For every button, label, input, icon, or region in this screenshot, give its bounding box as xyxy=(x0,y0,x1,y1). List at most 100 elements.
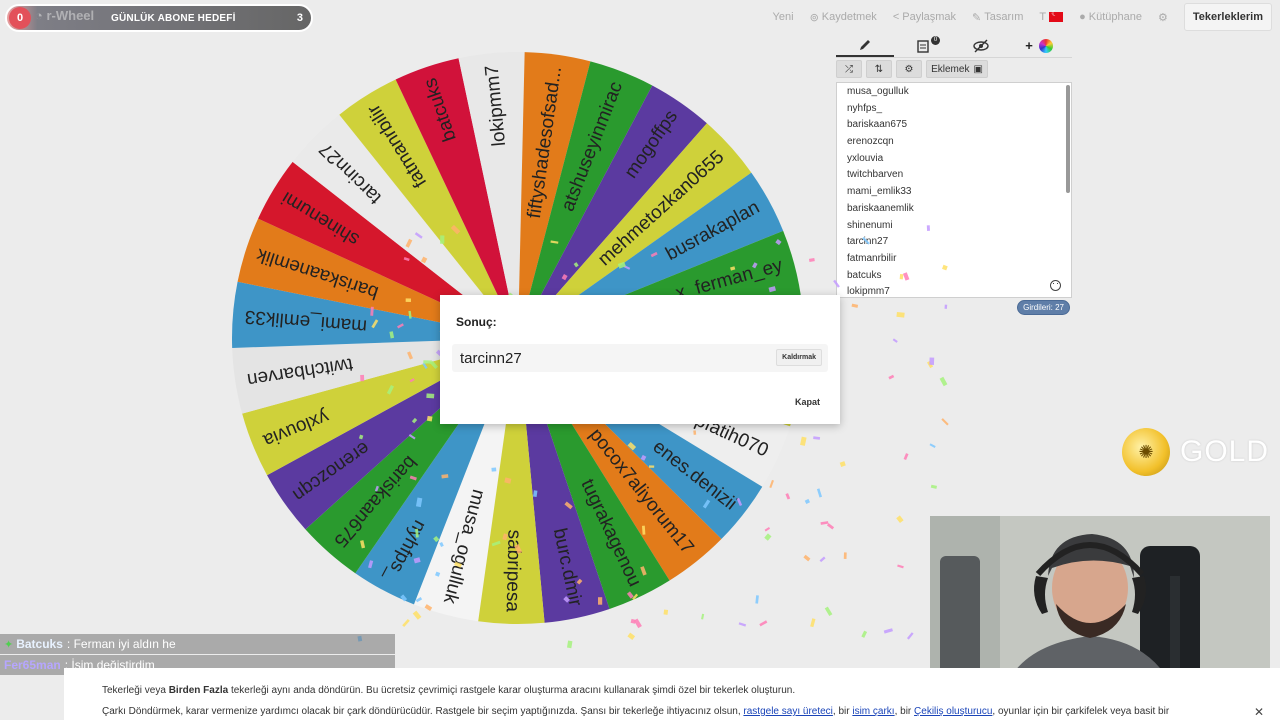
turkey-flag-icon xyxy=(1049,9,1064,22)
remove-button[interactable]: Kaldırmak xyxy=(776,349,822,366)
pencil-icon xyxy=(860,39,870,50)
nav-library-label: Kütüphane xyxy=(1088,11,1142,23)
result-field: tarcinn27 Kaldırmak xyxy=(452,344,828,372)
results-count-badge: 0 xyxy=(931,35,940,45)
add-image-button[interactable]: Eklemek ▣ xyxy=(926,60,988,78)
add-image-label: Eklemek xyxy=(931,63,970,75)
result-dialog: Sonuç: tarcinn27 Kaldırmak Kapat xyxy=(440,295,840,424)
grid-icon: ⚙ xyxy=(1158,11,1168,24)
confetti-piece xyxy=(851,303,859,308)
nav-save[interactable]: ⊚ Kaydetmek xyxy=(810,11,877,24)
confetti-piece xyxy=(803,554,811,562)
confetti-piece xyxy=(826,523,835,530)
close-button[interactable]: Kapat xyxy=(788,392,826,412)
entry-item[interactable]: lokipmm7 xyxy=(847,284,1071,297)
sort-icon: ⇅ xyxy=(874,63,884,75)
sort-button[interactable]: ⇅ xyxy=(866,60,892,78)
nav-save-label: Kaydetmek xyxy=(821,11,877,23)
description-line-2: Çarkı Döndürmek, karar vermenize yardımc… xyxy=(102,701,1280,720)
entry-item[interactable]: twitchbarven xyxy=(847,167,1071,184)
confetti-piece xyxy=(941,418,949,426)
nav-library[interactable]: ● Kütüphane xyxy=(1079,11,1142,23)
nav-new[interactable]: Yeni xyxy=(773,11,794,23)
my-wheels-button[interactable]: Tekerleklerim xyxy=(1183,3,1272,31)
advanced-button[interactable]: ⚙ xyxy=(896,60,922,78)
confetti-piece xyxy=(839,461,846,467)
tab-edit[interactable] xyxy=(836,35,894,57)
tab-results[interactable]: 0 xyxy=(894,35,952,57)
plus-icon: + xyxy=(1025,38,1033,53)
confetti-piece xyxy=(930,484,937,489)
globe-icon: ● xyxy=(1079,11,1086,23)
emoji-icon[interactable] xyxy=(1050,280,1061,291)
entries-scrollbar[interactable] xyxy=(1066,85,1070,193)
confetti-piece xyxy=(627,632,636,641)
name-wheel-link[interactable]: isim çarkı xyxy=(852,706,894,717)
confetti-piece xyxy=(906,632,914,640)
nav-share-label: Paylaşmak xyxy=(902,11,957,23)
desc-text: , bir xyxy=(832,706,853,717)
entry-item[interactable]: shinenumi xyxy=(847,218,1071,235)
confetti-piece xyxy=(896,515,904,524)
entry-item[interactable]: erenozcqn xyxy=(847,134,1071,151)
entry-item[interactable]: bariskaan675 xyxy=(847,117,1071,134)
confetti-piece xyxy=(897,564,904,569)
translate-icon: T xyxy=(1039,11,1047,23)
tab-hidden[interactable] xyxy=(952,35,1010,57)
confetti-piece xyxy=(819,556,826,563)
confetti-piece xyxy=(888,374,895,380)
giveaway-link[interactable]: Çekiliş oluşturucu xyxy=(914,706,992,717)
panel-tabs: 0 + xyxy=(836,34,1072,58)
entry-item[interactable]: batcuks xyxy=(847,268,1071,285)
random-number-link[interactable]: rastgele sayı üreteci xyxy=(743,706,833,717)
goal-count: 3 xyxy=(296,12,303,24)
confetti-piece xyxy=(892,338,898,343)
entries-textarea[interactable]: musa_ogulluk nyhfps_ bariskaan675 erenozcqn… xyxy=(836,82,1072,298)
entry-item[interactable]: bariskaanemlik xyxy=(847,201,1071,218)
share-icon: < xyxy=(892,11,900,23)
shuffle-icon: ⤮ xyxy=(845,63,853,75)
confetti-piece xyxy=(939,376,948,387)
nav-design[interactable]: ✎ Tasarım xyxy=(972,11,1023,24)
tab-add-wheel[interactable]: + xyxy=(1010,35,1068,57)
confetti-piece xyxy=(929,443,936,448)
confetti-piece xyxy=(861,630,868,638)
nav-design-label: Tasarım xyxy=(984,11,1024,23)
confetti-piece xyxy=(883,628,893,634)
nav-language[interactable]: T xyxy=(1039,9,1064,23)
gold-badge-overlay: ✺ GOLD xyxy=(1122,428,1269,476)
wheel-segment-label: sabripesa xyxy=(502,529,525,612)
chat-username: Fer65man xyxy=(4,658,61,672)
entry-item[interactable]: nyhfps_ xyxy=(847,101,1071,118)
confetti-piece xyxy=(944,304,948,309)
chat-message: ✦ Batcuks : Ferman iyi aldın he xyxy=(0,634,395,654)
clipboard-icon xyxy=(917,39,929,53)
confetti-piece xyxy=(929,357,935,365)
entries-panel: 0 + ⤮ ⇅ ⚙ Eklemek ▣ musa_ogulluk nyhfps_ ba… xyxy=(836,34,1072,315)
gold-label: GOLD xyxy=(1180,435,1270,468)
eye-slash-icon xyxy=(973,39,989,52)
confetti-piece xyxy=(566,640,573,649)
shuffle-button[interactable]: ⤮ xyxy=(836,60,862,78)
nav-settings[interactable]: ⚙ xyxy=(1158,11,1168,24)
app-logo: ◔ r-Wheel xyxy=(35,8,95,23)
confetti-piece xyxy=(903,453,909,461)
entry-item[interactable]: tarcinn27 xyxy=(847,234,1071,251)
confetti-piece xyxy=(813,436,821,440)
desc-text: Tekerleği veya xyxy=(102,685,169,696)
confetti-piece xyxy=(804,498,811,505)
entry-item[interactable]: mami_emlik33 xyxy=(847,184,1071,201)
winner-name: tarcinn27 xyxy=(460,350,522,367)
confetti-piece xyxy=(896,311,905,318)
entry-item[interactable]: musa_ogulluk xyxy=(847,84,1071,101)
chat-username: Batcuks xyxy=(16,637,63,651)
entry-item[interactable]: fatmanrbilir xyxy=(847,251,1071,268)
confetti-piece xyxy=(926,360,934,369)
description-line-1: Tekerleği veya Birden Fazla tekerleği ay… xyxy=(102,680,1280,701)
chat-text: : Ferman iyi aldın he xyxy=(66,637,176,651)
color-wheel-icon xyxy=(1038,38,1053,53)
entry-item[interactable]: yxlouvia xyxy=(847,151,1071,168)
close-icon[interactable]: ✕ xyxy=(1254,702,1264,720)
nav-share[interactable]: < Paylaşmak xyxy=(893,11,956,23)
confetti-piece xyxy=(824,606,833,617)
